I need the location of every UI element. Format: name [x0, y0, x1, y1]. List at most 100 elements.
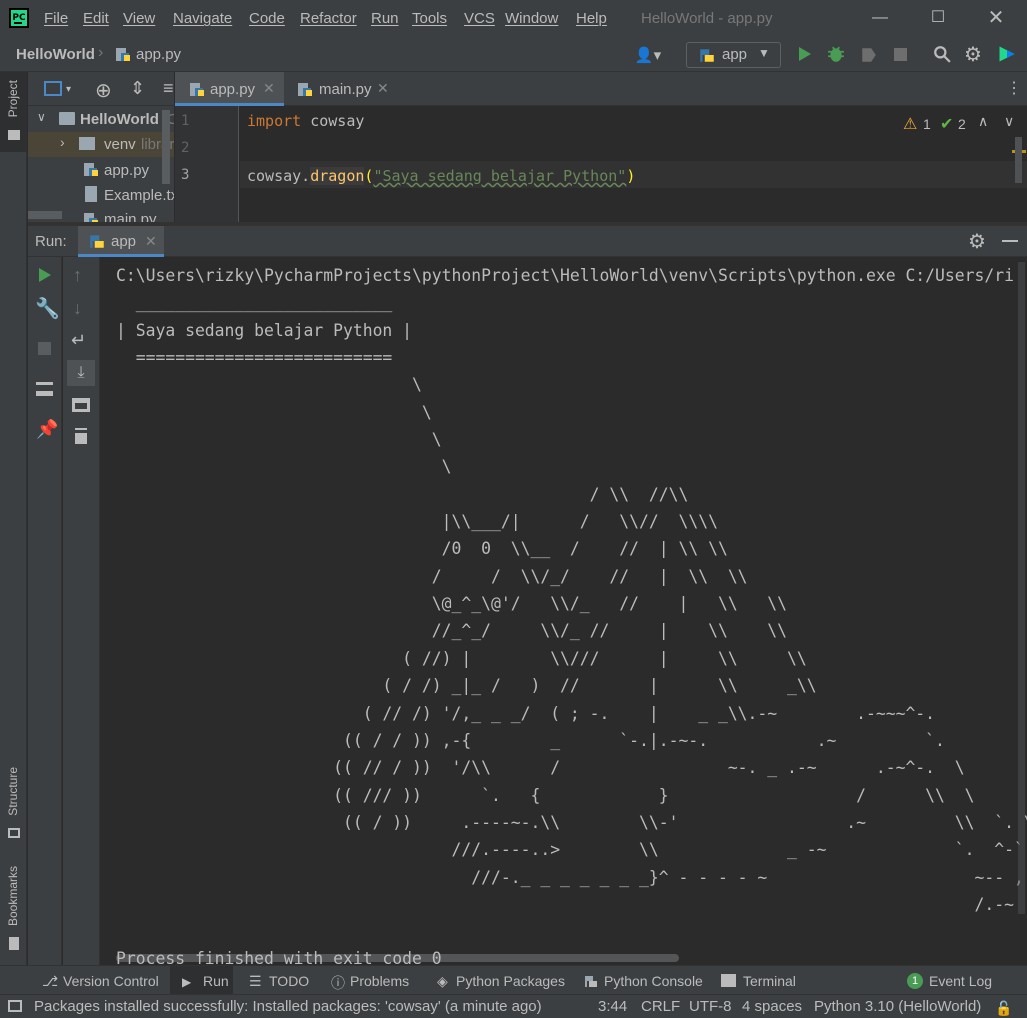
python-file-icon [190, 83, 204, 96]
tool-tab-event-log[interactable]: Event Log [929, 973, 992, 989]
settings-gear-icon[interactable]: ⚙ [964, 42, 982, 67]
tree-item-label: main.py [104, 211, 157, 222]
project-scrollbar[interactable] [162, 110, 170, 184]
arrow-up-icon[interactable]: ↑ [73, 265, 82, 286]
console-line: ( // /) '/,_ _ _/ ( ; -. | _ _\\.-~ .-~~… [116, 703, 936, 723]
tree-item-app[interactable]: app.py [28, 158, 174, 183]
tool-tab-todo[interactable]: TODO [269, 973, 309, 989]
event-log-count: 1 [907, 973, 923, 989]
console-vscrollbar[interactable] [1018, 262, 1025, 914]
editor-scrollbar[interactable] [1015, 137, 1022, 183]
weak-warning-icon[interactable]: ✔ [940, 114, 953, 134]
tool-tab-python-console[interactable]: Python Console [604, 973, 703, 989]
terminal-icon [721, 974, 736, 987]
run-icon[interactable] [796, 46, 812, 62]
tab-close-icon[interactable]: ✕ [145, 233, 157, 250]
chevron-up-icon[interactable]: ∧ [978, 113, 988, 130]
coverage-icon[interactable] [860, 46, 878, 64]
close-window-icon[interactable]: ✕ [982, 6, 1010, 30]
console-line: \ [116, 375, 422, 395]
wrench-icon[interactable]: 🔧 [35, 296, 60, 321]
string-literal: "Saya sedang belajar Python" [373, 167, 627, 185]
console-line: (( / )) .----~-.\\ \\-' .~ \\ `. \^-. [116, 812, 1027, 832]
object-name: cowsay. [247, 167, 311, 185]
breadcrumb-project[interactable]: HelloWorld [16, 46, 95, 63]
tree-item-venv[interactable]: › venv librar [28, 132, 174, 157]
soft-wrap-icon[interactable]: ↵ [71, 330, 86, 351]
dropdown-chevron-icon[interactable]: ▾ [66, 84, 71, 95]
menu-edit[interactable]: Edit [83, 10, 109, 27]
tree-root[interactable]: ∨ HelloWorld C [28, 108, 174, 133]
tool-tab-structure-label[interactable]: Structure [6, 767, 20, 816]
keyword-import: import [247, 112, 302, 130]
menu-view[interactable]: View [123, 10, 155, 27]
toggle-tool-windows-icon[interactable] [8, 1000, 22, 1012]
stop-icon[interactable] [38, 342, 51, 355]
tool-tab-run[interactable]: Run [203, 973, 229, 989]
maximize-icon[interactable]: ☐ [924, 6, 952, 30]
python-file-icon [116, 48, 130, 61]
settings-gear-icon[interactable]: ⚙ [968, 229, 986, 254]
unlock-icon[interactable]: 🔓 [995, 1000, 1012, 1017]
tree-item-example[interactable]: Example.tx [28, 183, 174, 208]
console-line: \ [116, 430, 442, 450]
status-message[interactable]: Packages installed successfully: Install… [34, 998, 542, 1015]
menu-code[interactable]: Code [249, 10, 285, 27]
menu-window[interactable]: Window [505, 10, 558, 27]
console-line: /.-~ [116, 894, 1014, 914]
tool-tab-terminal[interactable]: Terminal [743, 973, 796, 989]
user-icon[interactable]: 👤▾ [630, 44, 666, 66]
folder-icon [79, 137, 95, 150]
tab-close-icon[interactable]: ✕ [377, 80, 389, 97]
warning-icon[interactable]: ⚠ [903, 114, 917, 134]
run-tab-label: app [111, 233, 137, 250]
locate-target-icon[interactable]: ⊕ [95, 78, 112, 103]
python-interpreter[interactable]: Python 3.10 (HelloWorld) [814, 998, 981, 1015]
console-line: (( /// )) `. { } / \\ \ [116, 785, 975, 805]
tool-tab-python-packages[interactable]: Python Packages [456, 973, 565, 989]
menu-file[interactable]: File [44, 10, 68, 27]
jetbrains-toolbox-icon[interactable] [997, 44, 1017, 64]
scroll-to-end-icon[interactable]: ⤓ [67, 360, 95, 386]
menu-navigate[interactable]: Navigate [173, 10, 232, 27]
menu-tools[interactable]: Tools [412, 10, 447, 27]
menu-run[interactable]: Run [371, 10, 399, 27]
expand-all-icon[interactable]: ⇕ [130, 78, 145, 99]
menu-help[interactable]: Help [576, 10, 607, 27]
tool-tab-version-control[interactable]: Version Control [63, 973, 159, 989]
collapse-all-icon[interactable]: ≡ [163, 78, 174, 99]
hide-panel-icon[interactable] [1002, 240, 1018, 242]
bookmark-icon [9, 937, 19, 950]
caret-position[interactable]: 3:44 [598, 998, 627, 1015]
stop-icon[interactable] [894, 48, 907, 61]
problems-icon: ⓘ [331, 975, 345, 991]
rerun-icon[interactable] [38, 267, 52, 283]
run-panel-label: Run: [35, 233, 67, 250]
file-encoding[interactable]: UTF-8 [689, 998, 732, 1015]
chevron-down-icon[interactable]: ∨ [1004, 113, 1014, 130]
print-icon[interactable] [72, 398, 90, 412]
minimize-icon[interactable]: — [866, 6, 894, 30]
run-panel-header [28, 226, 1027, 257]
breadcrumb-file[interactable]: app.py [136, 46, 181, 63]
breadcrumb-separator-icon: › [98, 44, 104, 61]
search-icon[interactable] [933, 45, 951, 63]
project-view-icon[interactable] [44, 81, 62, 96]
project-hscrollbar[interactable] [28, 211, 62, 219]
menu-vcs[interactable]: VCS [464, 10, 495, 27]
indent-setting[interactable]: 4 spaces [742, 998, 802, 1015]
pin-icon[interactable]: 📌 [36, 419, 58, 440]
tool-tab-problems[interactable]: Problems [350, 973, 409, 989]
more-options-icon[interactable]: ⋮ [1006, 78, 1022, 98]
trash-icon[interactable] [75, 430, 87, 444]
tool-tab-bookmarks-label[interactable]: Bookmarks [6, 866, 20, 926]
arrow-down-icon[interactable]: ↓ [73, 298, 82, 319]
paren-close: ) [626, 167, 636, 185]
layout-icon[interactable] [36, 382, 53, 396]
debug-icon[interactable] [827, 45, 845, 63]
tab-main-py-label[interactable]: main.py [319, 81, 372, 98]
console-text: C:\Users\rizky\PycharmProjects\pythonPro… [116, 262, 1027, 918]
menu-refactor[interactable]: Refactor [300, 10, 357, 27]
tab-close-icon[interactable]: ✕ [263, 80, 275, 97]
line-separator[interactable]: CRLF [641, 998, 680, 1015]
